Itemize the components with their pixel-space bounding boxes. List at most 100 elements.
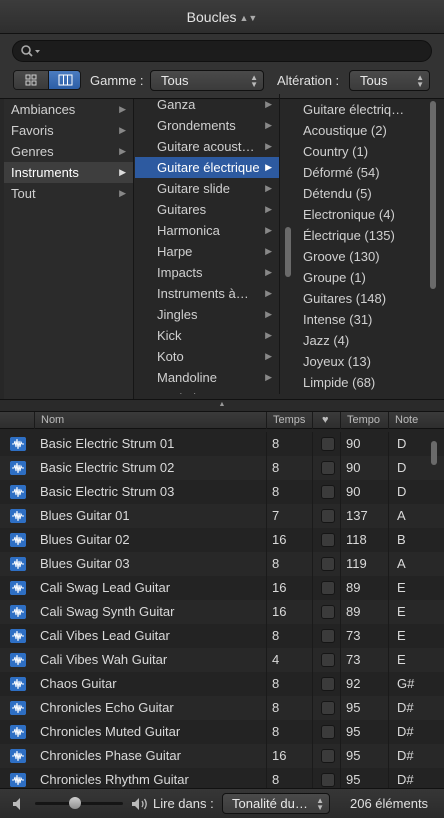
search-field[interactable] <box>12 40 432 62</box>
keyword-item[interactable]: Déformé (54) <box>281 162 444 183</box>
favorite-checkbox[interactable] <box>321 653 335 667</box>
keyword-item[interactable]: Country (1) <box>281 141 444 162</box>
subcategory-item[interactable]: Impacts ▶ <box>135 262 279 283</box>
pane-splitter[interactable]: ▲ <box>0 399 444 412</box>
table-row[interactable]: Chronicles Phase Guitar 16 95 D# <box>0 744 444 768</box>
favorite-checkbox[interactable] <box>321 485 335 499</box>
favorite-checkbox[interactable] <box>321 605 335 619</box>
loop-name: Cali Swag Lead Guitar <box>40 580 171 595</box>
table-row[interactable]: Cali Swag Synth Guitar 16 89 E <box>0 600 444 624</box>
favorite-checkbox[interactable] <box>321 629 335 643</box>
search-icon[interactable] <box>20 44 42 58</box>
loop-beats: 8 <box>272 556 280 571</box>
favorite-checkbox[interactable] <box>321 437 335 451</box>
table-row[interactable]: Cali Vibes Wah Guitar 4 73 E <box>0 648 444 672</box>
play-in-label: Lire dans : <box>153 796 214 811</box>
subcategory-item[interactable]: Guitare slide ▶ <box>135 178 279 199</box>
favorite-checkbox[interactable] <box>321 461 335 475</box>
keyword-item[interactable]: Guitare électriq… <box>281 99 444 120</box>
window-title[interactable]: Boucles <box>187 9 237 25</box>
subcategory-item[interactable]: Koto ▶ <box>135 346 279 367</box>
favorite-checkbox[interactable] <box>321 557 335 571</box>
favorite-checkbox[interactable] <box>321 773 335 787</box>
disclosure-arrow-icon: ▶ <box>265 99 272 109</box>
audio-loop-icon <box>10 725 26 739</box>
keyword-item[interactable]: Electronique (4) <box>281 204 444 225</box>
keyword-scrollbar[interactable] <box>430 101 436 289</box>
table-row[interactable]: Chaos Guitar 8 92 G# <box>0 672 444 696</box>
table-row[interactable]: Basic Electric Strum 02 8 90 D <box>0 456 444 480</box>
category-item[interactable]: Instruments ▶ <box>4 162 133 183</box>
item-label: Guitare électriq… <box>303 102 405 117</box>
keyword-item[interactable]: Électrique (135) <box>281 225 444 246</box>
play-in-key-popup[interactable]: Tonalité du… ▲ ▼ <box>222 793 330 814</box>
item-label: Impacts <box>157 265 203 280</box>
item-label: Ambiances <box>11 102 76 117</box>
column-header-name[interactable]: Nom <box>34 412 266 429</box>
subcategory-item[interactable]: Jingles ▶ <box>135 304 279 325</box>
favorite-checkbox[interactable] <box>321 701 335 715</box>
keyword-item[interactable]: Détendu (5) <box>281 183 444 204</box>
volume-slider-knob[interactable] <box>69 797 81 809</box>
table-row[interactable]: Cali Vibes Lead Guitar 8 73 E <box>0 624 444 648</box>
category-item[interactable]: Ambiances ▶ <box>4 99 133 120</box>
loop-name: Blues Guitar 02 <box>40 532 130 547</box>
gamme-popup[interactable]: Tous ▲ ▼ <box>150 70 264 91</box>
volume-slider[interactable] <box>35 797 123 809</box>
favorite-checkbox[interactable] <box>321 533 335 547</box>
favorite-checkbox[interactable] <box>321 509 335 523</box>
alteration-popup[interactable]: Tous ▲ ▼ <box>349 70 430 91</box>
column-separator <box>312 744 313 768</box>
column-header-tempo[interactable]: Tempo <box>340 412 388 429</box>
table-row[interactable]: Blues Guitar 03 8 119 A <box>0 552 444 576</box>
subcategory-item[interactable]: Guitare acoust… ▶ <box>135 136 279 157</box>
subcategory-item[interactable]: Mandoline ▶ <box>135 367 279 388</box>
keyword-item[interactable]: Intense (31) <box>281 309 444 330</box>
subcategory-item[interactable]: Kick ▶ <box>135 325 279 346</box>
column-separator <box>266 672 267 696</box>
subcategory-item[interactable]: Guitare électrique ▶ <box>135 157 279 178</box>
keyword-item[interactable]: Guitares (148) <box>281 288 444 309</box>
subcategory-item[interactable]: Ganza ▶ <box>135 94 279 115</box>
category-item[interactable]: Tout ▶ <box>4 183 133 204</box>
keyword-item[interactable]: Jazz (4) <box>281 330 444 351</box>
table-row[interactable]: Chronicles Rhythm Guitar 8 95 D# <box>0 768 444 788</box>
audio-loop-icon <box>10 461 26 475</box>
subcategory-item[interactable]: Harpe ▶ <box>135 241 279 262</box>
column-header-beats[interactable]: Temps <box>266 412 312 429</box>
loop-beats: 8 <box>272 460 280 475</box>
column-header-favorite[interactable]: ♥ <box>312 412 340 429</box>
column-view-button[interactable] <box>48 71 80 89</box>
category-item[interactable]: Favoris ▶ <box>4 120 133 141</box>
item-label: Marimba <box>157 391 208 394</box>
column-header-key[interactable]: Note <box>388 412 444 429</box>
keyword-item[interactable]: Groove (130) <box>281 246 444 267</box>
subcategory-item[interactable]: Guitares ▶ <box>135 199 279 220</box>
subcategory-item[interactable]: Grondements ▶ <box>135 115 279 136</box>
table-scrollbar[interactable] <box>431 441 437 465</box>
title-chevron-icon[interactable]: ▲▼ <box>239 13 257 23</box>
table-row[interactable]: Chronicles Muted Guitar 8 95 D# <box>0 720 444 744</box>
category-item[interactable]: Genres ▶ <box>4 141 133 162</box>
favorite-checkbox[interactable] <box>321 581 335 595</box>
column-separator <box>340 576 341 600</box>
favorite-checkbox[interactable] <box>321 677 335 691</box>
favorite-checkbox[interactable] <box>321 749 335 763</box>
keyword-item[interactable]: Acoustique (2) <box>281 120 444 141</box>
table-row[interactable]: Basic Electric Strum 01 8 90 D <box>0 432 444 456</box>
favorite-checkbox[interactable] <box>321 725 335 739</box>
table-row[interactable]: Cali Swag Lead Guitar 16 89 E <box>0 576 444 600</box>
table-row[interactable]: Blues Guitar 01 7 137 A <box>0 504 444 528</box>
keyword-item[interactable]: Groupe (1) <box>281 267 444 288</box>
keyword-item[interactable]: Joyeux (13) <box>281 351 444 372</box>
subcategory-item[interactable]: Harmonica ▶ <box>135 220 279 241</box>
subcategory-item[interactable]: Marimba ▶ <box>135 388 279 394</box>
loop-key: D <box>397 460 407 475</box>
grid-view-button[interactable] <box>14 71 48 89</box>
subcategory-item[interactable]: Instruments à… ▶ <box>135 283 279 304</box>
table-row[interactable]: Blues Guitar 02 16 118 B <box>0 528 444 552</box>
loop-tempo: 90 <box>346 460 361 475</box>
table-row[interactable]: Chronicles Echo Guitar 8 95 D# <box>0 696 444 720</box>
keyword-item[interactable]: Limpide (68) <box>281 372 444 393</box>
table-row[interactable]: Basic Electric Strum 03 8 90 D <box>0 480 444 504</box>
